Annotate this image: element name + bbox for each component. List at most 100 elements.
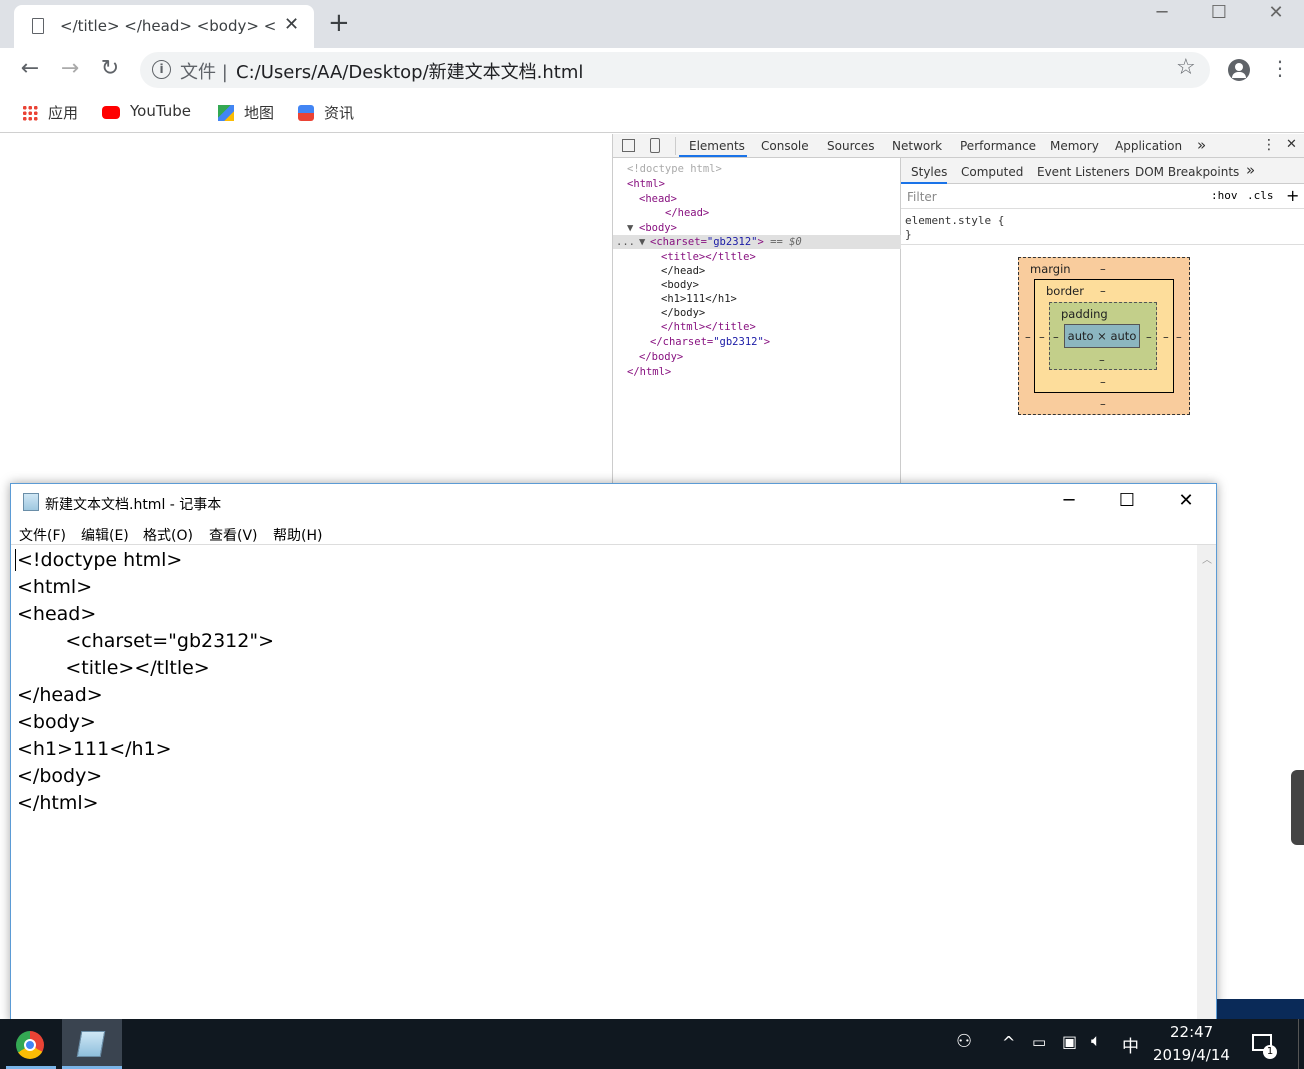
- ime-indicator[interactable]: 中: [1122, 1032, 1139, 1057]
- dom-line[interactable]: </html></title>: [661, 320, 756, 334]
- padding-label: padding: [1061, 307, 1108, 321]
- devtools-tab-network[interactable]: Network: [892, 139, 942, 153]
- more-tabs-icon[interactable]: »: [1246, 161, 1255, 179]
- forward-button[interactable]: →: [55, 56, 85, 81]
- notepad-text-area[interactable]: <!doctype html> <html> <head> <charset="…: [11, 544, 1197, 1022]
- expand-arrow-icon[interactable]: ▼: [639, 235, 645, 249]
- dom-line[interactable]: <!doctype html>: [627, 162, 722, 176]
- reload-button[interactable]: ↻: [95, 56, 125, 81]
- devtools-close-icon[interactable]: ✕: [1286, 137, 1297, 152]
- border-top-value[interactable]: –: [1100, 284, 1106, 298]
- menu-format[interactable]: 格式(O): [143, 525, 193, 545]
- padding-right-value[interactable]: –: [1146, 330, 1152, 344]
- bookmark-apps[interactable]: 应用: [22, 102, 78, 124]
- volume-icon[interactable]: 🔈︎: [1091, 1031, 1101, 1051]
- dom-line[interactable]: <h1>111</h1>: [661, 292, 737, 306]
- ellipsis-icon[interactable]: ...: [616, 235, 635, 249]
- side-widget-icon[interactable]: [1291, 770, 1304, 845]
- close-button[interactable]: ✕: [1256, 2, 1296, 23]
- bookmark-maps[interactable]: 地图: [218, 102, 274, 124]
- notepad-close-button[interactable]: ✕: [1163, 490, 1209, 511]
- more-tabs-icon[interactable]: »: [1197, 136, 1206, 154]
- scheme-label: 文件 |: [180, 62, 228, 83]
- address-bar[interactable]: i 文件 | C:/Users/AA/Desktop/新建文本文档.html ☆: [140, 52, 1210, 88]
- profile-avatar-icon[interactable]: [1228, 59, 1250, 81]
- bookmark-news[interactable]: 资讯: [298, 102, 354, 124]
- url-text[interactable]: C:/Users/AA/Desktop/新建文本文档.html: [236, 58, 583, 84]
- hov-toggle[interactable]: :hov: [1211, 189, 1238, 202]
- notepad-scrollbar[interactable]: ︿: [1197, 544, 1216, 1022]
- dom-line[interactable]: <title></tltle>: [661, 250, 756, 264]
- devtools-tab-application[interactable]: Application: [1115, 139, 1182, 153]
- notepad-maximize-button[interactable]: ☐: [1104, 490, 1150, 511]
- margin-right-value[interactable]: –: [1176, 330, 1182, 344]
- inspect-element-icon[interactable]: [622, 139, 635, 152]
- network-icon[interactable]: ▣: [1062, 1032, 1077, 1051]
- new-tab-button[interactable]: +: [328, 10, 350, 36]
- styles-tab-event-listeners[interactable]: Event Listeners: [1037, 165, 1130, 179]
- action-center-icon[interactable]: 1: [1252, 1034, 1277, 1059]
- styles-tab-computed[interactable]: Computed: [961, 165, 1023, 179]
- battery-icon[interactable]: ▭: [1032, 1033, 1046, 1051]
- devtools-tab-console[interactable]: Console: [761, 139, 809, 153]
- expand-arrow-icon[interactable]: ▼: [627, 221, 633, 235]
- dom-line[interactable]: </html>: [627, 365, 671, 379]
- menu-edit[interactable]: 编辑(E): [81, 525, 129, 545]
- dom-line-selected[interactable]: <charset="gb2312"> == $0: [650, 235, 802, 249]
- margin-left-value[interactable]: –: [1025, 330, 1031, 344]
- menu-file[interactable]: 文件(F): [19, 525, 66, 545]
- show-desktop-button[interactable]: [1298, 1019, 1299, 1069]
- border-left-value[interactable]: –: [1039, 330, 1045, 344]
- notepad-titlebar[interactable]: 新建文本文档.html - 记事本 ─ ☐ ✕: [11, 484, 1216, 520]
- maximize-button[interactable]: ☐: [1199, 2, 1239, 23]
- dom-line[interactable]: <html>: [627, 177, 665, 191]
- devtools-panel: Elements Console Sources Network Perform…: [612, 134, 1304, 484]
- devtools-tab-performance[interactable]: Performance: [960, 139, 1036, 153]
- menu-view[interactable]: 查看(V): [209, 525, 258, 545]
- device-toolbar-icon[interactable]: [650, 138, 660, 153]
- devtools-menu-icon[interactable]: ⋮: [1262, 137, 1276, 153]
- dom-line[interactable]: </charset="gb2312">: [650, 335, 770, 349]
- dom-line[interactable]: </body>: [639, 350, 683, 364]
- box-model-content[interactable]: auto × auto: [1064, 324, 1140, 348]
- back-button[interactable]: ←: [15, 56, 45, 81]
- styles-tab-styles[interactable]: Styles: [911, 165, 947, 179]
- devtools-tab-sources[interactable]: Sources: [827, 139, 874, 153]
- minimize-button[interactable]: ─: [1142, 2, 1182, 23]
- dom-line[interactable]: <body>: [639, 221, 677, 235]
- browser-tab[interactable]: </title> </head> <body> <h1> ✕: [14, 5, 314, 48]
- clock-time[interactable]: 22:47: [1170, 1023, 1213, 1041]
- styles-tab-dom-breakpoints[interactable]: DOM Breakpoints: [1135, 165, 1239, 179]
- notepad-taskbar-button[interactable]: [62, 1019, 122, 1069]
- bookmark-star-icon[interactable]: ☆: [1176, 55, 1196, 80]
- menu-help[interactable]: 帮助(H): [273, 525, 322, 545]
- clock-date[interactable]: 2019/4/14: [1153, 1046, 1230, 1064]
- bookmarks-bar: 应用 YouTube 地图 资讯: [0, 92, 1304, 133]
- notepad-minimize-button[interactable]: ─: [1046, 490, 1092, 511]
- border-bottom-value[interactable]: –: [1100, 375, 1106, 389]
- devtools-tab-elements[interactable]: Elements: [689, 139, 745, 153]
- padding-left-value[interactable]: –: [1053, 330, 1059, 344]
- margin-bottom-value[interactable]: –: [1100, 397, 1106, 411]
- padding-bottom-value[interactable]: –: [1099, 353, 1105, 367]
- bookmark-youtube[interactable]: YouTube: [102, 102, 191, 124]
- devtools-tab-memory[interactable]: Memory: [1050, 139, 1099, 153]
- chrome-taskbar-icon[interactable]: [16, 1031, 44, 1059]
- margin-top-value[interactable]: –: [1100, 262, 1106, 276]
- dom-line[interactable]: <body>: [661, 278, 699, 292]
- cls-toggle[interactable]: .cls: [1247, 189, 1274, 202]
- dom-line[interactable]: </head>: [665, 206, 709, 220]
- add-rule-icon[interactable]: +: [1286, 186, 1299, 205]
- show-hidden-icons[interactable]: ^: [1002, 1033, 1015, 1052]
- people-icon[interactable]: ⚇: [956, 1031, 972, 1052]
- dom-line[interactable]: </head>: [661, 264, 705, 278]
- filter-input[interactable]: Filter: [907, 190, 937, 204]
- dom-line[interactable]: </body>: [661, 306, 705, 320]
- info-icon[interactable]: i: [152, 60, 171, 79]
- border-right-value[interactable]: –: [1163, 330, 1169, 344]
- element-style-rule[interactable]: element.style {: [905, 214, 1004, 227]
- dom-line[interactable]: <head>: [639, 192, 677, 206]
- browser-menu-button[interactable]: ⋮: [1270, 56, 1290, 80]
- scroll-up-icon[interactable]: ︿: [1202, 551, 1212, 566]
- tab-close-icon[interactable]: ✕: [284, 14, 299, 35]
